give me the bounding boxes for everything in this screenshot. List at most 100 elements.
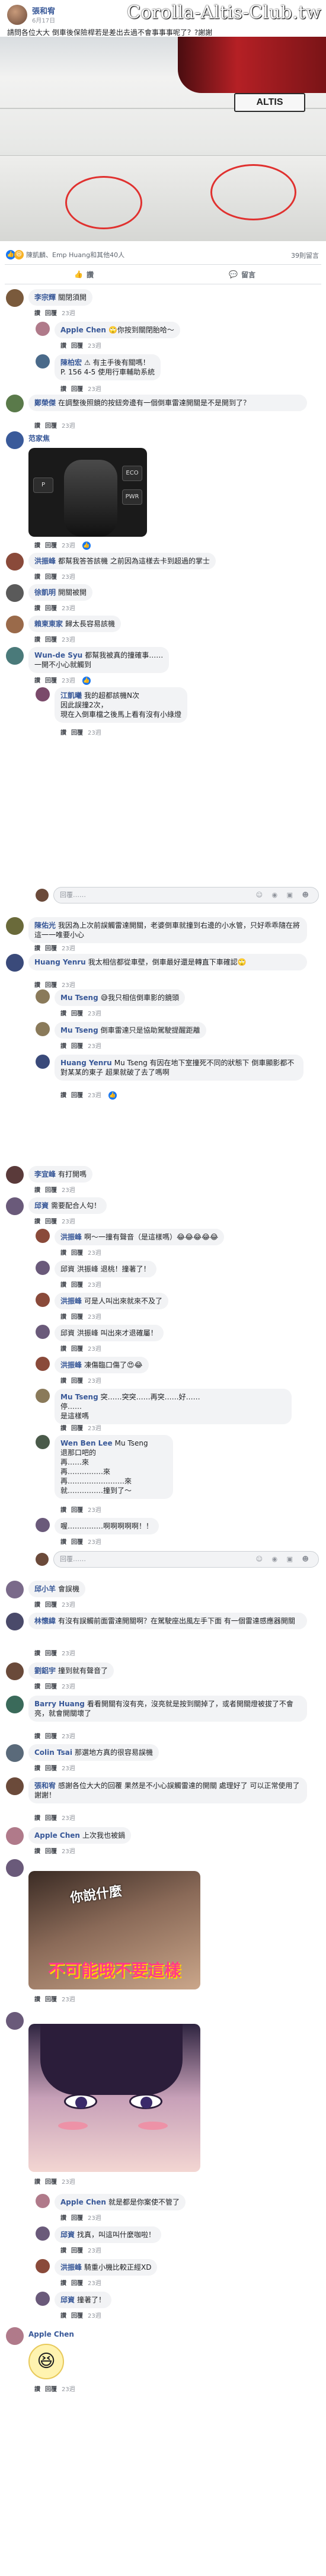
commenter-avatar[interactable] <box>36 2194 50 2208</box>
like-link[interactable]: 讚 <box>60 730 66 736</box>
commenter-name[interactable]: 陳佑光 <box>34 921 56 930</box>
commenter-avatar[interactable] <box>6 1581 24 1598</box>
timestamp[interactable]: 23週 <box>62 2386 75 2393</box>
commenter-avatar[interactable] <box>6 2327 24 2345</box>
commenter-name[interactable]: Mu Tseng <box>60 994 98 1002</box>
timestamp[interactable]: 23週 <box>62 543 75 549</box>
timestamp[interactable]: 23週 <box>62 1815 75 1822</box>
reply-link[interactable]: 回覆 <box>71 1282 83 1289</box>
timestamp[interactable]: 23週 <box>88 386 101 393</box>
like-link[interactable]: 讚 <box>60 1043 66 1050</box>
timestamp[interactable]: 23週 <box>88 1346 101 1353</box>
reply-link[interactable]: 回覆 <box>71 1011 83 1017</box>
commenter-avatar[interactable] <box>6 1696 24 1713</box>
commenter-name[interactable]: 李宜峰 <box>34 1170 56 1178</box>
like-link[interactable]: 讚 <box>34 1734 40 1740</box>
timestamp[interactable]: 23週 <box>88 2280 101 2287</box>
commenter-avatar[interactable] <box>36 322 50 336</box>
commenter-name[interactable]: 范家焦 <box>28 434 50 443</box>
like-link[interactable]: 讚 <box>60 1507 66 1514</box>
commenter-avatar[interactable] <box>6 584 24 602</box>
like-link[interactable]: 讚 <box>34 574 40 581</box>
reply-link[interactable]: 回覆 <box>71 1346 83 1353</box>
timestamp[interactable]: 23週 <box>62 982 75 989</box>
timestamp[interactable]: 23週 <box>88 1378 101 1385</box>
author-avatar[interactable] <box>7 5 27 25</box>
reply-link[interactable]: 回覆 <box>71 343 83 350</box>
reply-link[interactable]: 回覆 <box>45 946 57 952</box>
reply-link[interactable]: 回覆 <box>71 1507 83 1514</box>
commenter-name[interactable]: 洪振峰 <box>60 1361 82 1369</box>
commenter-avatar[interactable] <box>6 1613 24 1630</box>
like-link[interactable]: 讚 <box>60 343 66 350</box>
like-link[interactable]: 讚 <box>60 1282 66 1289</box>
reply-input[interactable]: 回覆…… ☺ ◉ ▣ ☻ <box>53 1551 319 1568</box>
emoji-camera-gif-sticker-icons[interactable]: ☺ ◉ ▣ ☻ <box>256 887 312 903</box>
commenter-name[interactable]: Mu Tseng <box>60 1026 98 1034</box>
reply-link[interactable]: 回覆 <box>45 1187 57 1194</box>
timestamp[interactable]: 23週 <box>62 1734 75 1740</box>
anime-reaction-image[interactable] <box>28 2024 200 2172</box>
like-link[interactable]: 讚 <box>60 2280 66 2287</box>
commenter-avatar[interactable] <box>36 1261 50 1275</box>
commenter-avatar[interactable] <box>36 1435 50 1449</box>
reply-link[interactable]: 回覆 <box>71 1539 83 1546</box>
commenter-avatar[interactable] <box>6 1744 24 1762</box>
commenter-avatar[interactable] <box>36 2292 50 2306</box>
commenter-name[interactable]: 劉鋁宇 <box>34 1667 56 1675</box>
commenter-name[interactable]: Apple Chen <box>28 2330 74 2338</box>
commenter-name[interactable]: Huang Yenru <box>60 1059 112 1067</box>
like-link[interactable]: 讚 <box>60 2215 66 2222</box>
timestamp[interactable]: 23週 <box>62 1766 75 1772</box>
like-link[interactable]: 讚 <box>60 1092 66 1099</box>
commenter-avatar[interactable] <box>6 1166 24 1184</box>
reply-link[interactable]: 回覆 <box>71 2248 83 2254</box>
commenter-name[interactable]: Apple Chen <box>60 2198 106 2206</box>
reply-link[interactable]: 回覆 <box>45 1602 57 1609</box>
commenter-avatar[interactable] <box>6 289 24 307</box>
timestamp[interactable]: 23週 <box>62 310 75 317</box>
commenter-avatar[interactable] <box>36 1055 50 1069</box>
commenter-avatar[interactable] <box>36 989 50 1004</box>
commenter-avatar[interactable] <box>36 1325 50 1339</box>
timestamp[interactable]: 23週 <box>62 1602 75 1609</box>
like-link[interactable]: 讚 <box>34 946 40 952</box>
commenter-avatar[interactable] <box>36 1518 50 1532</box>
commenter-name[interactable]: Barry Huang <box>34 1700 85 1708</box>
commenter-name[interactable]: 洪振峰 <box>60 1297 82 1305</box>
like-link[interactable]: 讚 <box>34 310 40 317</box>
commenter-avatar[interactable] <box>36 1389 50 1403</box>
reply-link[interactable]: 回覆 <box>45 310 57 317</box>
like-link[interactable]: 讚 <box>60 1011 66 1017</box>
reply-link[interactable]: 回覆 <box>45 982 57 989</box>
commenter-name[interactable]: 邱資 <box>60 2296 75 2304</box>
commenter-name[interactable]: Huang Yenru <box>34 958 86 966</box>
commenter-name[interactable]: Wun-de Syu <box>34 651 82 659</box>
reply-link[interactable]: 回覆 <box>45 1766 57 1772</box>
commenter-name[interactable]: 洪振峰 <box>34 557 56 565</box>
reply-link[interactable]: 回覆 <box>45 678 57 684</box>
like-link[interactable]: 讚 <box>34 1219 40 1225</box>
timestamp[interactable]: 23週 <box>62 637 75 643</box>
commenter-name[interactable]: 張和宥 <box>34 1782 56 1790</box>
commenter-avatar[interactable] <box>6 1827 24 1845</box>
reply-link[interactable]: 回覆 <box>45 423 57 430</box>
like-link[interactable]: 讚 <box>60 1539 66 1546</box>
comment-count[interactable]: 39則留言 <box>291 251 319 260</box>
commenter-name[interactable]: 邱小羊 <box>34 1585 56 1593</box>
like-link[interactable]: 讚 <box>60 386 66 393</box>
reply-link[interactable]: 回覆 <box>71 2215 83 2222</box>
commenter-avatar[interactable] <box>36 1022 50 1036</box>
like-link[interactable]: 讚 <box>60 2313 66 2319</box>
timestamp[interactable]: 23週 <box>62 1848 75 1855</box>
post-photo[interactable]: ALTIS <box>0 37 326 241</box>
like-link[interactable]: 讚 <box>34 1602 40 1609</box>
like-link[interactable]: 讚 <box>60 1314 66 1321</box>
reply-link[interactable]: 回覆 <box>71 386 83 393</box>
timestamp[interactable]: 23週 <box>62 1187 75 1194</box>
reply-link[interactable]: 回覆 <box>45 1848 57 1855</box>
commenter-avatar[interactable] <box>6 917 24 935</box>
commenter-name[interactable]: 徐凱明 <box>34 588 56 597</box>
reply-input[interactable]: 回覆…… ☺ ◉ ▣ ☻ <box>53 887 319 903</box>
like-link[interactable]: 讚 <box>34 543 40 549</box>
